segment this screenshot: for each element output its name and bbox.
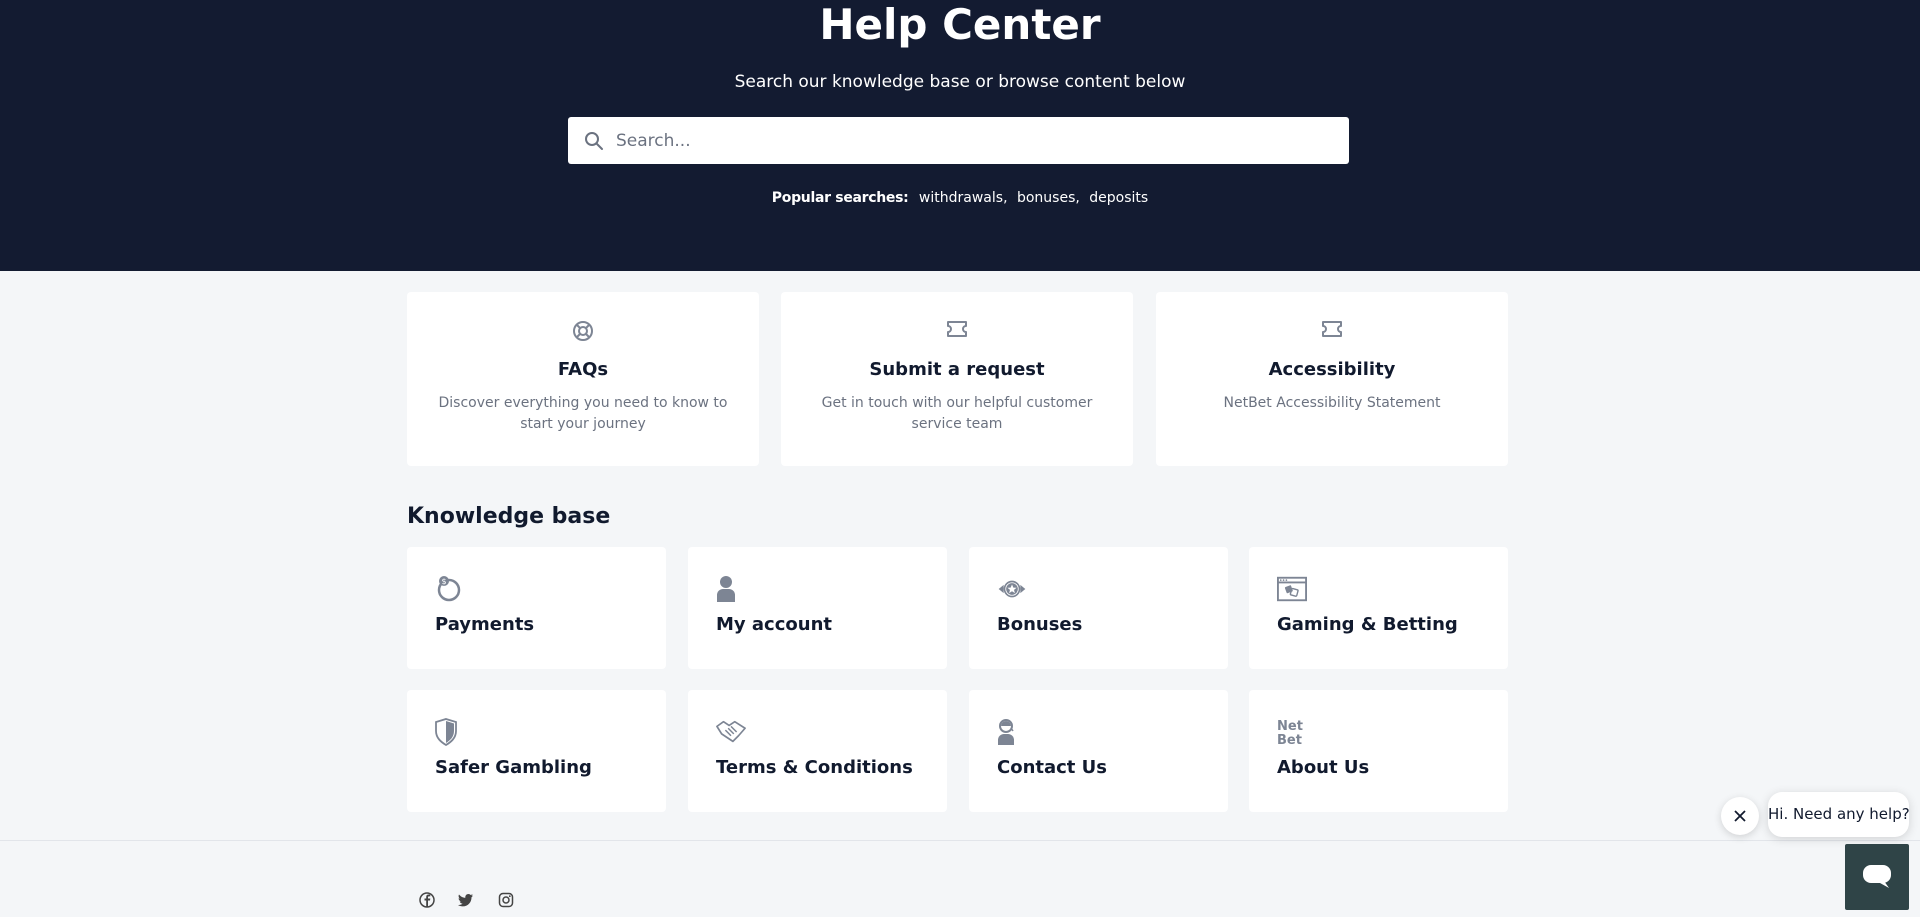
kb-item-gaming-betting[interactable]: Gaming & Betting xyxy=(1249,547,1508,669)
hero-banner: Help Center Search our knowledge base or… xyxy=(0,0,1920,271)
chat-icon xyxy=(1863,865,1891,888)
chat-dismiss-button[interactable] xyxy=(1721,797,1759,835)
kb-item-label: About Us xyxy=(1277,757,1370,778)
popular-searches: Popular searches: withdrawals, bonuses, … xyxy=(771,190,1149,206)
popular-search-link[interactable]: deposits xyxy=(1089,190,1148,206)
chat-launcher-button[interactable] xyxy=(1845,844,1909,910)
kb-item-label: Safer Gambling xyxy=(435,757,592,778)
svg-text:$: $ xyxy=(441,577,446,586)
netbet-logo-icon: Net Bet xyxy=(1277,719,1303,746)
agent-icon xyxy=(998,719,1014,745)
card-title: Accessibility xyxy=(1268,359,1396,380)
kb-item-safer-gambling[interactable]: Safer Gambling xyxy=(407,690,666,812)
popular-search-link[interactable]: withdrawals xyxy=(919,190,1003,206)
kb-item-contact-us[interactable]: Contact Us xyxy=(969,690,1228,812)
card-title: Submit a request xyxy=(869,359,1045,380)
kb-item-label: Terms & Conditions xyxy=(716,757,913,778)
ticket-icon xyxy=(1322,321,1342,337)
popular-search-link[interactable]: bonuses xyxy=(1017,190,1075,206)
page-title: Help Center xyxy=(819,0,1101,49)
facebook-icon[interactable] xyxy=(419,892,435,908)
search-box[interactable] xyxy=(568,117,1349,164)
popular-searches-label: Popular searches: xyxy=(771,190,909,206)
browser-game-icon xyxy=(1277,576,1307,602)
kb-item-my-account[interactable]: My account xyxy=(688,547,947,669)
faqs-card[interactable]: FAQs Discover everything you need to kno… xyxy=(407,292,759,466)
kb-item-label: My account xyxy=(716,614,832,635)
submit-request-card[interactable]: Submit a request Get in touch with our h… xyxy=(781,292,1133,466)
accessibility-card[interactable]: Accessibility NetBet Accessibility State… xyxy=(1156,292,1508,466)
kb-item-label: Gaming & Betting xyxy=(1277,614,1458,635)
kb-item-label: Contact Us xyxy=(997,757,1108,778)
card-description: NetBet Accessibility Statement xyxy=(1223,395,1441,411)
svg-text:Bet: Bet xyxy=(1277,733,1302,746)
kb-item-about-us[interactable]: Net Bet About Us xyxy=(1249,690,1508,812)
kb-item-terms-conditions[interactable]: Terms & Conditions xyxy=(688,690,947,812)
svg-text:Net: Net xyxy=(1277,719,1303,734)
kb-item-label: Bonuses xyxy=(997,614,1083,635)
search-input[interactable] xyxy=(614,129,1318,152)
user-icon xyxy=(717,576,735,602)
card-description: Discover everything you need to know to … xyxy=(438,395,728,432)
chat-greeting-bubble[interactable]: Hi. Need any help? xyxy=(1768,792,1910,837)
star-badge-icon xyxy=(998,580,1026,598)
kb-item-label: Payments xyxy=(435,614,535,635)
handshake-icon xyxy=(716,720,746,743)
card-title: FAQs xyxy=(557,359,609,380)
coin-hand-icon: $ xyxy=(437,576,461,602)
hero-subtitle: Search our knowledge base or browse cont… xyxy=(734,72,1186,92)
kb-item-payments[interactable]: $ Payments xyxy=(407,547,666,669)
footer-divider xyxy=(0,840,1920,841)
close-icon xyxy=(1734,810,1746,822)
card-description: Get in touch with our helpful customer s… xyxy=(821,395,1093,432)
knowledge-base-heading: Knowledge base xyxy=(407,504,611,529)
kb-item-bonuses[interactable]: Bonuses xyxy=(969,547,1228,669)
lifebuoy-icon xyxy=(573,321,593,341)
ticket-icon xyxy=(947,321,967,337)
shield-icon xyxy=(435,718,457,746)
twitter-icon[interactable] xyxy=(458,892,474,908)
search-icon xyxy=(585,131,603,150)
instagram-icon[interactable] xyxy=(498,892,514,908)
